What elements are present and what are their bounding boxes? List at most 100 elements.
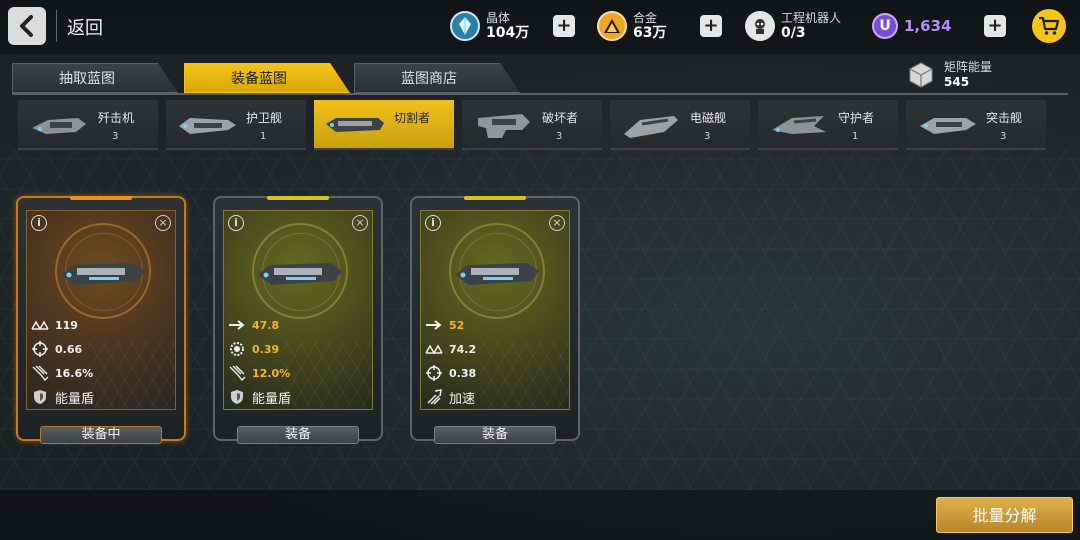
resource-name: 工程机器人 — [781, 11, 842, 25]
cutter-ship-icon — [455, 263, 539, 285]
card-top-indicator — [464, 196, 526, 200]
info-icon[interactable]: i — [425, 215, 441, 231]
matrix-energy-label: 矩阵能量 — [944, 60, 993, 74]
alloy-icon — [597, 11, 627, 41]
info-icon[interactable]: i — [228, 215, 244, 231]
tab-equip-blueprint[interactable]: 装备蓝图 — [184, 63, 350, 93]
stat-value: 16.6% — [55, 366, 94, 380]
card-top-indicator — [70, 196, 132, 200]
matrix-energy: 矩阵能量 545 — [906, 60, 992, 90]
ship-item-destroyer[interactable]: 破坏者 3 — [462, 100, 602, 150]
damage-icon — [228, 365, 246, 381]
card-top-indicator — [267, 196, 329, 200]
blueprint-card[interactable]: i × 52 74.2 0.38 加速 装备 — [410, 196, 580, 444]
card-panel: i × 119 0.66 16.6% 能量盾 — [26, 210, 176, 410]
ship-item-assault[interactable]: 突击舰 3 — [906, 100, 1046, 150]
guardian-ship-icon — [772, 116, 826, 134]
blueprint-card[interactable]: i × 119 0.66 16.6% 能量盾 装备中 — [16, 196, 186, 444]
crystal-icon — [450, 11, 480, 41]
resource-alloy: 合金 63万 — [597, 8, 666, 44]
ability-label: 能量盾 — [55, 391, 95, 407]
stat-row: 0.66 — [31, 339, 82, 359]
stat-value: 0.38 — [449, 366, 477, 380]
robot-icon — [745, 11, 775, 41]
crosshair-icon — [31, 341, 49, 357]
speed-arrow-icon — [425, 318, 443, 332]
cutter-ship-icon — [258, 263, 342, 285]
frigate-ship-icon — [179, 118, 236, 134]
ship-name: 护卫舰 — [246, 111, 283, 125]
matrix-cube-icon — [909, 62, 933, 88]
stat-row: 119 — [31, 315, 78, 335]
ship-name: 破坏者 — [542, 111, 579, 125]
boost-icon — [425, 389, 443, 405]
resource-crystal: 晶体 104万 — [450, 8, 529, 44]
shop-cart-button[interactable] — [1032, 9, 1066, 43]
armor-icon — [425, 342, 443, 356]
damage-icon — [31, 365, 49, 381]
ship-item-fighter[interactable]: 歼击机 3 — [18, 100, 158, 150]
currency-u: U 1,634 — [872, 8, 951, 44]
close-icon[interactable]: × — [549, 215, 565, 231]
shield-icon — [31, 390, 49, 404]
stat-value: 0.66 — [55, 342, 83, 356]
resource-value: 63万 — [633, 25, 667, 41]
resource-name: 合金 — [633, 11, 658, 25]
armor-icon — [31, 318, 49, 332]
equipped-button[interactable]: 装备中 — [40, 426, 162, 444]
ability-row: 加速 — [425, 387, 475, 407]
ability-row: 能量盾 — [228, 387, 291, 407]
back-button[interactable] — [8, 7, 46, 45]
info-icon[interactable]: i — [31, 215, 47, 231]
ship-name: 电磁舰 — [690, 111, 727, 125]
tab-draw-blueprint[interactable]: 抽取蓝图 — [12, 63, 178, 93]
stat-value: 52 — [449, 318, 465, 332]
batch-dismantle-button[interactable]: 批量分解 — [936, 497, 1073, 533]
close-icon[interactable]: × — [155, 215, 171, 231]
bottom-bar — [0, 490, 1080, 540]
stat-row: 74.2 — [425, 339, 476, 359]
card-panel: i × 52 74.2 0.38 加速 — [420, 210, 570, 410]
stat-row: 47.8 — [228, 315, 279, 335]
back-label[interactable]: 返回 — [67, 14, 103, 40]
ship-count: 1 — [852, 131, 859, 142]
ship-item-guardian[interactable]: 守护者 1 — [758, 100, 898, 150]
add-crystal-button[interactable]: + — [553, 15, 575, 37]
railgun-ship-icon — [624, 116, 678, 138]
ship-item-cutter[interactable]: 切割者 — [314, 100, 454, 150]
resource-robot: 工程机器人 0/3 — [745, 8, 841, 44]
ability-row: 能量盾 — [31, 387, 94, 407]
tab-blueprint-shop[interactable]: 蓝图商店 — [354, 63, 520, 93]
ship-name: 守护者 — [838, 111, 875, 125]
stat-row: 12.0% — [228, 363, 290, 383]
stat-value: 119 — [55, 318, 78, 332]
currency-value: 1,634 — [904, 17, 952, 35]
hex-pattern — [87, 341, 175, 409]
ship-item-frigate[interactable]: 护卫舰 1 — [166, 100, 306, 150]
ship-name: 歼击机 — [98, 111, 135, 125]
ship-name: 突击舰 — [986, 111, 1023, 125]
stat-value: 47.8 — [252, 318, 280, 332]
ship-item-railgun[interactable]: 电磁舰 3 — [610, 100, 750, 150]
top-bar: 返回 晶体 104万 + 合金 63万 + 工程机器人 0/3 U 1,634 … — [0, 0, 1080, 54]
fighter-ship-icon — [32, 118, 86, 134]
resource-name: 晶体 — [486, 11, 511, 25]
ability-label: 能量盾 — [252, 391, 292, 407]
ship-count: 1 — [260, 131, 267, 142]
equip-button[interactable]: 装备 — [434, 426, 556, 444]
add-currency-button[interactable]: + — [984, 15, 1006, 37]
close-icon[interactable]: × — [352, 215, 368, 231]
stat-value: 74.2 — [449, 342, 477, 356]
cutter-ship-icon — [61, 263, 145, 285]
ship-count: 3 — [556, 131, 563, 142]
equip-button[interactable]: 装备 — [237, 426, 359, 444]
resource-value: 104万 — [486, 25, 530, 41]
stat-row: 16.6% — [31, 363, 93, 383]
gear-target-icon — [228, 342, 246, 356]
cart-icon — [1039, 16, 1060, 35]
add-alloy-button[interactable]: + — [700, 15, 722, 37]
assault-ship-icon — [920, 118, 976, 134]
speed-arrow-icon — [228, 318, 246, 332]
blueprint-card[interactable]: i × 47.8 0.39 12.0% 能量盾 装备 — [213, 196, 383, 444]
destroyer-ship-icon — [478, 114, 530, 138]
